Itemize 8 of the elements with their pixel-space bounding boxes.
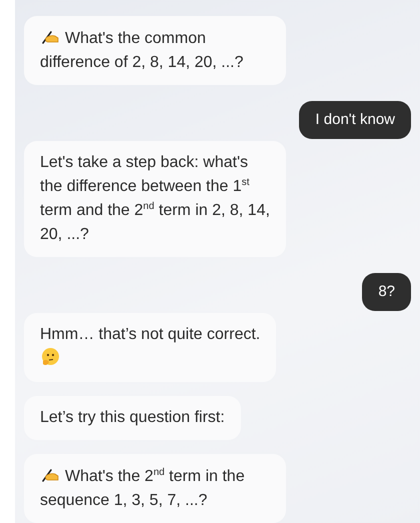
- bot-message: Let’s try this question first:: [24, 396, 241, 440]
- thinking-face-icon: [40, 347, 60, 367]
- bot-message: Let's take a step back: what's the difference between the 1$^{st}$ term and the 2$^{nd}$ term in 2, 8, 14, 20, ...?: [24, 141, 286, 257]
- user-message: I don't know: [299, 101, 411, 139]
- bot-message: Hmm… that’s not quite correct.: [24, 313, 276, 382]
- bot-message: What's the 2$^{nd}$ term in the sequence 1, 3, 5, 7, ...?: [24, 454, 286, 523]
- bot-message: What's the common difference of 2, 8, 14, 20, ...?: [24, 16, 286, 85]
- user-message: 8?: [362, 273, 411, 311]
